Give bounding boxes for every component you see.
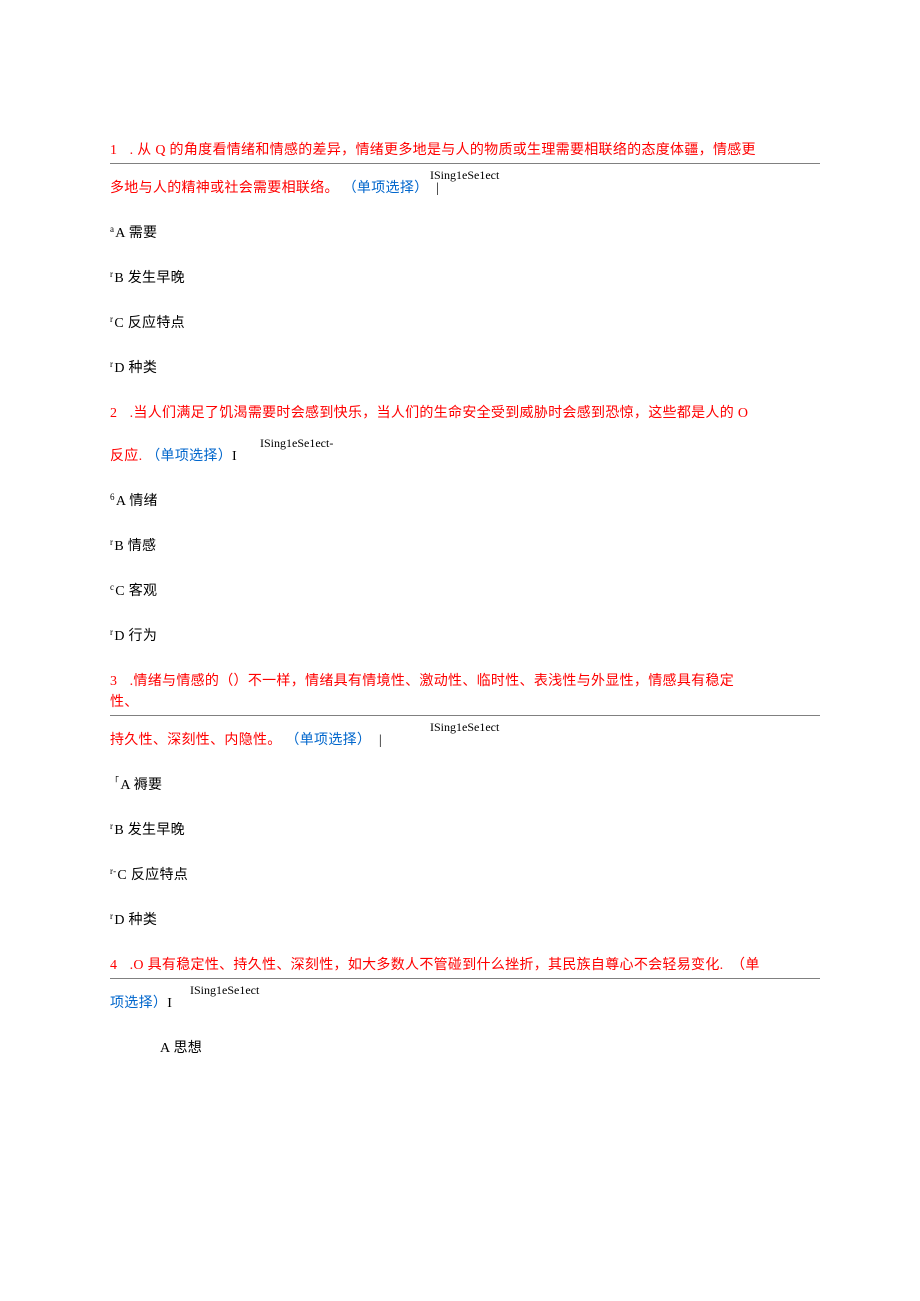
q1-dot: . <box>130 143 134 158</box>
q4-stem-end: （单 <box>731 958 760 973</box>
q3-bar: | <box>379 733 382 748</box>
q2-stem-line2: 反应. （单项选择）I <box>110 446 820 467</box>
q3-stem-text1a: 情绪与情感的（）不一样，情绪具有情境性、激动性、临时性、表浅性与外显性，情感具有… <box>133 674 734 689</box>
q2-tag-wrap: ISing1eSe1ect- <box>110 434 820 448</box>
q1-d-prefix: r <box>110 359 113 369</box>
q3-d-prefix: r <box>110 911 113 921</box>
q3-b-prefix: r <box>110 821 113 831</box>
q4-a-text: A 思想 <box>160 1041 202 1056</box>
q3-rule <box>110 715 820 716</box>
q1-option-c[interactable]: rC 反应特点 <box>110 313 820 334</box>
q3-tag: ISing1eSe1ect <box>430 718 499 736</box>
q2-d-prefix: r <box>110 627 113 637</box>
q3-stem-line1: 3 .情绪与情感的（）不一样，情绪具有情境性、激动性、临时性、表浅性与外显性，情… <box>110 671 820 713</box>
q4-tag-wrap: ISing1eSe1ect <box>110 981 820 995</box>
q1-option-b[interactable]: rB 发生早晚 <box>110 268 820 289</box>
q3-option-d[interactable]: rD 种类 <box>110 910 820 931</box>
q3-option-c[interactable]: r-C 反应特点 <box>110 865 820 886</box>
q2-stem-text2: 反应. <box>110 449 142 464</box>
q3-stem-text1b: 性、 <box>110 695 139 710</box>
q1-b-text: B 发生早晚 <box>114 271 185 286</box>
q2-option-c[interactable]: cC 客观 <box>110 581 820 602</box>
question-2: 2 .当人们满足了饥渴需要时会感到快乐，当人们的生命安全受到威胁时会感到恐惊，这… <box>110 403 820 647</box>
q4-stem-text1: O 具有稳定性、持久性、深刻性，如大多数人不管碰到什么挫折，其民族自尊心不会轻易… <box>133 958 723 973</box>
q3-c-text: C 反应特点 <box>117 868 188 883</box>
q2-bar: I <box>232 449 237 464</box>
q2-stem-text1: 当人们满足了饥渴需要时会感到快乐，当人们的生命安全受到威胁时会感到恐惊，这些都是… <box>133 406 748 421</box>
q3-tag-wrap: ISing1eSe1ect <box>110 718 820 732</box>
q1-a-prefix: a <box>110 224 114 234</box>
q4-bar: I <box>167 996 172 1011</box>
q1-stem-text2: 多地与人的精神或社会需要相联络。 <box>110 181 339 196</box>
q3-option-b[interactable]: rB 发生早晚 <box>110 820 820 841</box>
q3-number: 3 <box>110 671 122 692</box>
q4-rule <box>110 978 820 979</box>
q1-number: 1 <box>110 140 122 161</box>
q2-option-a[interactable]: 6A 情绪 <box>110 491 820 512</box>
question-4: 4 .O 具有稳定性、持久性、深刻性，如大多数人不管碰到什么挫折，其民族自尊心不… <box>110 955 820 1059</box>
q2-c-text: C 客观 <box>115 584 157 599</box>
q3-b-text: B 发生早晚 <box>114 823 185 838</box>
q1-c-text: C 反应特点 <box>114 316 185 331</box>
q3-a-prefix: 「 <box>110 776 119 786</box>
q2-b-prefix: r <box>110 537 113 547</box>
q1-stem-text1: 从 Q 的角度看情绪和情感的差异，情绪更多地是与人的物质或生理需要相联络的态度体… <box>137 143 756 158</box>
question-1: 1 . 从 Q 的角度看情绪和情感的差异，情绪更多地是与人的物质或生理需要相联络… <box>110 140 820 379</box>
q2-b-text: B 情感 <box>114 539 156 554</box>
document-page: 1 . 从 Q 的角度看情绪和情感的差异，情绪更多地是与人的物质或生理需要相联络… <box>0 0 920 1301</box>
q3-option-a[interactable]: 「A 褥要 <box>110 775 820 796</box>
q4-number: 4 <box>110 955 122 976</box>
q4-tag: ISing1eSe1ect <box>190 981 259 999</box>
q1-d-text: D 种类 <box>114 361 157 376</box>
question-3: 3 .情绪与情感的（）不一样，情绪具有情境性、激动性、临时性、表浅性与外显性，情… <box>110 671 820 931</box>
q2-d-text: D 行为 <box>114 629 157 644</box>
q3-choice-type: （单项选择） <box>285 733 371 748</box>
q1-option-a[interactable]: aA 需要 <box>110 223 820 244</box>
q2-stem-line1: 2 .当人们满足了饥渴需要时会感到快乐，当人们的生命安全受到威胁时会感到恐惊，这… <box>110 403 820 424</box>
q1-rule <box>110 163 820 164</box>
q4-option-a[interactable]: A 思想 <box>110 1038 820 1059</box>
q1-choice-type: （单项选择） <box>343 181 429 196</box>
q2-c-prefix: c <box>110 582 114 592</box>
q3-d-text: D 种类 <box>114 913 157 928</box>
q1-a-text: A 需要 <box>115 226 157 241</box>
q1-tag: ISing1eSe1ect <box>430 166 499 184</box>
q3-stem-text2: 持久性、深刻性、内隐性。 <box>110 733 282 748</box>
q4-stem-line1: 4 .O 具有稳定性、持久性、深刻性，如大多数人不管碰到什么挫折，其民族自尊心不… <box>110 955 820 976</box>
q2-choice-type: （单项选择） <box>146 449 232 464</box>
q2-option-b[interactable]: rB 情感 <box>110 536 820 557</box>
q1-b-prefix: r <box>110 269 113 279</box>
q1-c-prefix: r <box>110 314 113 324</box>
q2-number: 2 <box>110 403 122 424</box>
q4-choice-type: 项选择） <box>110 996 167 1011</box>
q2-tag: ISing1eSe1ect- <box>260 434 333 452</box>
q3-a-text: A 褥要 <box>120 778 162 793</box>
q1-tag-wrap: ISing1eSe1ect <box>110 166 820 180</box>
q1-option-d[interactable]: rD 种类 <box>110 358 820 379</box>
q2-option-d[interactable]: rD 行为 <box>110 626 820 647</box>
q2-a-prefix: 6 <box>110 492 115 502</box>
q3-c-prefix: r- <box>110 866 116 876</box>
q2-a-text: A 情绪 <box>116 494 158 509</box>
q1-stem-line1: 1 . 从 Q 的角度看情绪和情感的差异，情绪更多地是与人的物质或生理需要相联络… <box>110 140 820 161</box>
